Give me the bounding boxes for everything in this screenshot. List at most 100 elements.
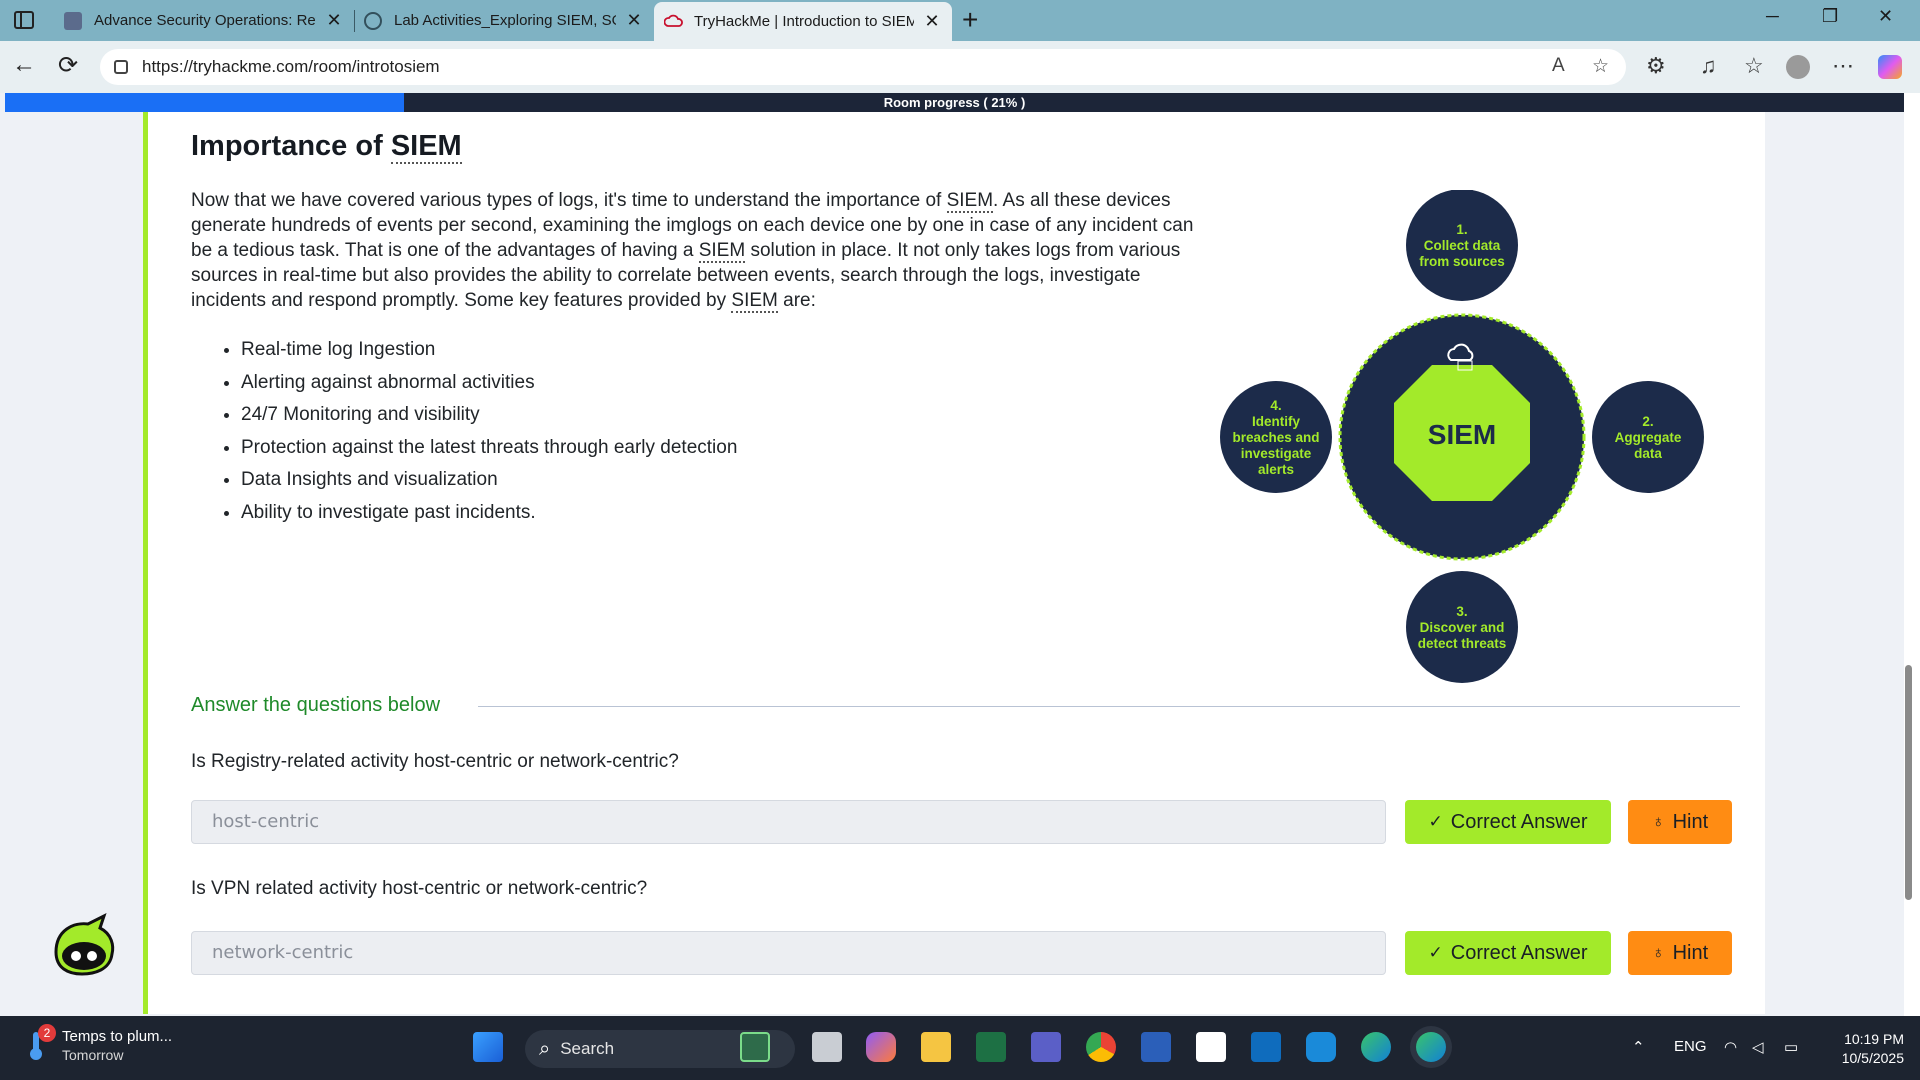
favorites-icon[interactable]: ☆: [1744, 53, 1764, 79]
step-1-label: 1.: [1456, 222, 1467, 237]
profile-avatar[interactable]: [1786, 55, 1810, 79]
language-indicator[interactable]: ENG: [1674, 1038, 1707, 1055]
teams-icon[interactable]: [1031, 1032, 1061, 1062]
extensions-icon[interactable]: ⚙: [1646, 53, 1666, 79]
edge-active-icon[interactable]: [1416, 1032, 1446, 1062]
chrome-icon[interactable]: [1086, 1032, 1116, 1062]
tab-title: Lab Activities_Exploring SIEM, SO: [394, 12, 616, 29]
start-icon[interactable]: [473, 1032, 503, 1062]
tab-advance-security[interactable]: Advance Security Operations: Ref ✕: [54, 0, 355, 41]
section-divider: [478, 706, 1740, 707]
battery-icon[interactable]: ▭: [1784, 1038, 1798, 1056]
url-text[interactable]: https://tryhackme.com/room/introtosiem: [142, 57, 440, 77]
page-title: Importance of SIEM: [191, 130, 462, 164]
question-1: Is Registry-related activity host-centri…: [191, 751, 679, 772]
copilot-icon[interactable]: [1878, 55, 1902, 79]
excel-icon[interactable]: [976, 1032, 1006, 1062]
siem-abbreviation[interactable]: SIEM: [731, 290, 778, 313]
feature-list: Real-time log Ingestion Alerting against…: [241, 334, 941, 529]
step-4-label: Identify: [1252, 414, 1300, 429]
windows-taskbar: 2 Temps to plum... Tomorrow ⌕ Search ⌃ E…: [0, 1016, 1920, 1080]
restore-icon[interactable]: ❐: [1822, 6, 1838, 27]
back-icon[interactable]: ←: [12, 51, 36, 79]
hint-button[interactable]: ♁ Hint: [1628, 931, 1732, 975]
outlook-icon[interactable]: [1251, 1032, 1281, 1062]
weather-widget[interactable]: 2 Temps to plum... Tomorrow: [24, 1024, 172, 1063]
step-3-label: 3.: [1456, 604, 1467, 619]
media-icon[interactable]: ♫: [1700, 53, 1717, 79]
address-toolbar: ← ⟳ https://tryhackme.com/room/introtosi…: [0, 41, 1920, 93]
intro-text: are:: [777, 290, 816, 311]
step-4-label: breaches and: [1232, 430, 1319, 445]
close-window-icon[interactable]: ✕: [1878, 6, 1893, 27]
word-icon[interactable]: [1141, 1032, 1171, 1062]
siem-label: SIEM: [1428, 419, 1496, 450]
title-text: Importance of: [191, 130, 391, 162]
tab-tryhackme[interactable]: TryHackMe | Introduction to SIEM ✕: [654, 2, 952, 41]
site-info-icon[interactable]: [114, 60, 128, 74]
search-icon: ⌕: [539, 1037, 551, 1060]
tab-lab-activities[interactable]: Lab Activities_Exploring SIEM, SO ✕: [354, 0, 654, 41]
siem-abbreviation[interactable]: SIEM: [698, 240, 746, 263]
siem-abbreviation[interactable]: SIEM: [390, 130, 462, 164]
lightbulb-icon: ♁: [1651, 812, 1665, 831]
globe-icon: [364, 11, 382, 30]
refresh-icon[interactable]: ⟳: [58, 51, 78, 80]
close-tab-icon[interactable]: ✕: [922, 11, 942, 32]
answer-questions-heading: Answer the questions below: [191, 694, 459, 717]
button-label: Correct Answer: [1450, 941, 1588, 964]
step-4-label: 4.: [1270, 398, 1281, 413]
room-progress-bar: Room progress ( 21% ): [5, 93, 1904, 112]
correct-answer-button[interactable]: ✓ Correct Answer: [1405, 931, 1611, 975]
button-label: Hint: [1672, 941, 1709, 964]
button-label: Hint: [1672, 810, 1709, 833]
tab-actions-icon[interactable]: [14, 11, 34, 29]
step-2-label: 2.: [1642, 414, 1653, 429]
list-item: 24/7 Monitoring and visibility: [241, 399, 941, 432]
weather-subtitle: Tomorrow: [62, 1047, 124, 1063]
clock-date: 10/5/2025: [1841, 1050, 1904, 1066]
file-explorer-icon[interactable]: [921, 1032, 951, 1062]
answer-field-1[interactable]: host-centric: [191, 800, 1386, 844]
address-bar[interactable]: https://tryhackme.com/room/introtosiem A…: [100, 49, 1626, 85]
tryhackme-mascot-icon[interactable]: [48, 912, 120, 978]
hint-button[interactable]: ♁ Hint: [1628, 800, 1732, 844]
widgets-icon[interactable]: [740, 1032, 770, 1062]
favorite-star-icon[interactable]: ☆: [1592, 55, 1609, 78]
siem-abbreviation[interactable]: SIEM: [946, 190, 994, 213]
task-view-icon[interactable]: [812, 1032, 842, 1062]
siem-diagram: SIEM 1.Collect datafrom sources 2.Aggrega…: [1220, 190, 1704, 683]
task-content: Importance of SIEM Now that we have cove…: [143, 112, 1765, 1014]
minimize-icon[interactable]: ─: [1766, 6, 1779, 27]
clock-time: 10:19 PM: [1844, 1031, 1904, 1047]
step-3-label: Discover and: [1420, 620, 1505, 635]
more-menu-icon[interactable]: ⋯: [1832, 53, 1854, 79]
step-2-label: data: [1634, 446, 1662, 461]
volume-icon[interactable]: ◁: [1752, 1038, 1764, 1056]
search-label: Search: [560, 1039, 615, 1058]
check-icon: ✓: [1428, 812, 1443, 831]
check-icon: ✓: [1428, 943, 1443, 962]
question-2: Is VPN related activity host-centric or …: [191, 878, 648, 899]
list-item: Protection against the latest threats th…: [241, 432, 941, 465]
new-tab-icon[interactable]: +: [962, 4, 978, 36]
wifi-icon[interactable]: ◠: [1724, 1038, 1737, 1056]
answer-field-2[interactable]: network-centric: [191, 931, 1386, 975]
lightbulb-icon: ♁: [1651, 943, 1665, 962]
scrollbar-thumb[interactable]: [1905, 665, 1912, 900]
close-tab-icon[interactable]: ✕: [624, 10, 644, 31]
button-label: Correct Answer: [1450, 810, 1588, 833]
clock[interactable]: 10:19 PM 10/5/2025: [1820, 1030, 1904, 1068]
list-item: Ability to investigate past incidents.: [241, 497, 941, 530]
edge-icon[interactable]: [1361, 1032, 1391, 1062]
step-4-label: investigate: [1241, 446, 1312, 461]
list-item: Data Insights and visualization: [241, 464, 941, 497]
app-icon[interactable]: [1196, 1032, 1226, 1062]
close-tab-icon[interactable]: ✕: [324, 10, 344, 31]
show-hidden-icons[interactable]: ⌃: [1632, 1038, 1645, 1056]
copilot-icon[interactable]: [866, 1032, 896, 1062]
correct-answer-button[interactable]: ✓ Correct Answer: [1405, 800, 1611, 844]
read-aloud-icon[interactable]: A: [1552, 55, 1565, 77]
outlook-new-icon[interactable]: [1306, 1032, 1336, 1062]
tryhackme-icon: [663, 13, 683, 31]
